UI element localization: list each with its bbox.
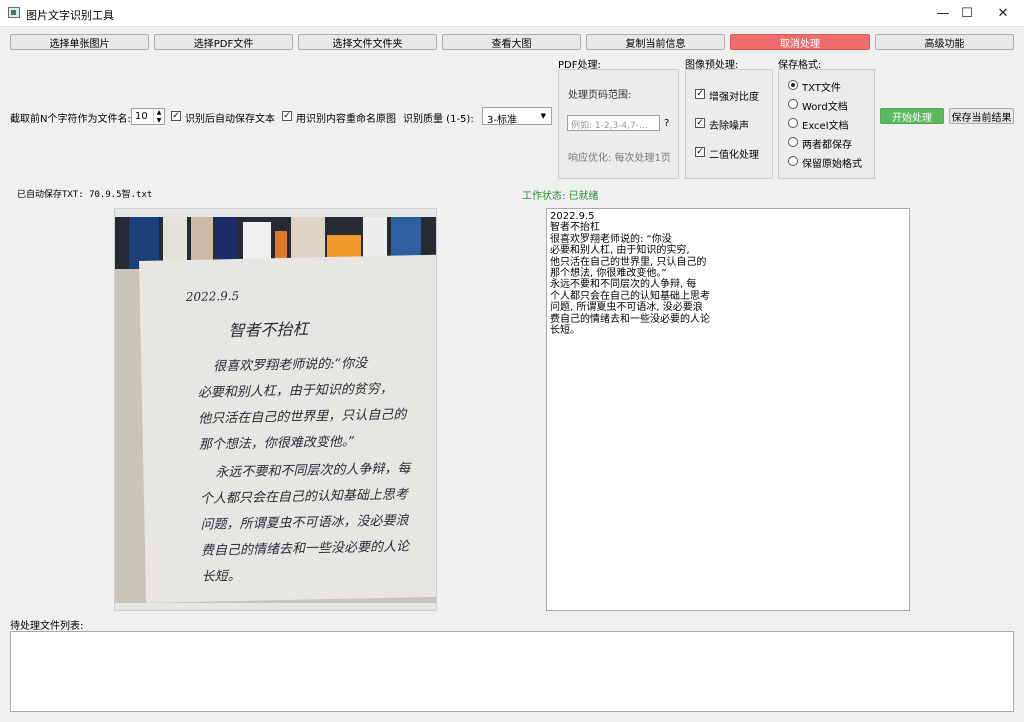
quality-label: 识别质量 (1-5): [403,114,474,125]
handwriting-line: 费自己的情绪去和一些没必要的人论 [200,539,410,559]
auto-save-checkbox[interactable]: ✓ [171,111,181,121]
handwriting-line: 很喜欢罗翔老师说的:“你没 [213,356,368,375]
page-range-placeholder: 例如: 1-2,3-4,7-… [571,121,648,131]
advanced-button[interactable]: 高级功能 [875,34,1014,50]
handwriting-line: 永远不要和不同层次的人争辩，每 [215,461,411,481]
rename-label: 用识别内容重命名原图 [296,114,396,125]
prefix-label: 截取前N个字符作为文件名: [10,114,131,125]
chevron-down-icon: ▼ [540,112,546,120]
handwriting-line: 问题，所谓夏虫不可语冰，没必要浪 [200,513,409,533]
result-text: 2022.9.5 智者不抬杠 很喜欢罗翔老师说的: “你没 必要和别人杠, 由于… [550,211,710,337]
help-icon[interactable]: ? [664,118,669,129]
prefix-value: 10 [135,111,148,122]
notebook-paper: 2022.9.5 智者不抬杠 很喜欢罗翔老师说的:“你没 必要和别人杠，由于知识… [139,254,436,603]
format-excel-radio[interactable] [788,118,798,128]
close-button[interactable]: ✕ [980,0,1024,26]
result-textarea[interactable]: 2022.9.5 智者不抬杠 很喜欢罗翔老师说的: “你没 必要和别人杠, 由于… [546,208,910,611]
format-word-radio[interactable] [788,99,798,109]
handwriting-line: 2022.9.5 [185,288,240,305]
handwriting-line: 长短。 [201,568,241,585]
format-original-radio[interactable] [788,156,798,166]
select-image-button[interactable]: 选择单张图片 [10,34,149,50]
queue-list[interactable] [10,631,1014,712]
format-txt-radio[interactable] [788,80,798,90]
app-icon [8,7,20,18]
quality-value: 3-标准 [487,115,517,126]
handwriting-line: 智者不抬杠 [228,319,309,341]
handwriting-line: 必要和别人杠，由于知识的贫穷， [197,381,393,401]
page-range-input[interactable]: 例如: 1-2,3-4,7-… [567,115,660,131]
photo-preview: 2022.9.5 智者不抬杠 很喜欢罗翔老师说的:“你没 必要和别人杠，由于知识… [115,217,436,603]
format-word-label: Word文档 [802,102,848,113]
contrast-label: 增强对比度 [709,92,759,103]
start-processing-button[interactable]: 开始处理 [880,108,944,124]
quality-select[interactable]: 3-标准 ▼ [482,107,552,126]
format-both-label: 两者都保存 [802,140,852,151]
format-txt-label: TXT文件 [802,83,841,94]
select-folder-button[interactable]: 选择文件文件夹 [298,34,437,50]
view-large-button[interactable]: 查看大图 [442,34,581,50]
auto-save-label: 识别后自动保存文本 [185,114,275,125]
save-result-button[interactable]: 保存当前结果 [949,108,1014,124]
binarize-label: 二值化处理 [709,150,759,161]
handwriting-line: 个人都只会在自己的认知基础上思考 [199,487,409,507]
denoise-checkbox[interactable]: ✓ [695,118,705,128]
handwriting-line: 他只活在自己的世界里，只认自己的 [198,407,407,427]
format-both-radio[interactable] [788,137,798,147]
page-range-label: 处理页码范围: [568,90,632,101]
work-state: 工作状态: 已就绪 [522,191,599,202]
queue-label: 待处理文件列表: [10,621,84,632]
spin-up-icon[interactable]: ▲ [153,109,164,116]
copy-info-button[interactable]: 复制当前信息 [586,34,725,50]
cancel-processing-button[interactable]: 取消处理 [730,34,870,50]
handwriting-line: 那个想法，你很难改变他。” [198,434,356,453]
autosave-status: 已自动保存TXT: 70.9.5智.txt [17,190,153,200]
prefix-spinbox[interactable]: 10 ▲ ▼ [131,108,165,125]
format-original-label: 保留原始格式 [802,159,862,170]
select-pdf-button[interactable]: 选择PDF文件 [154,34,293,50]
spin-down-icon[interactable]: ▼ [153,117,164,124]
format-excel-label: Excel文档 [802,121,849,132]
contrast-checkbox[interactable]: ✓ [695,89,705,99]
binarize-checkbox[interactable]: ✓ [695,147,705,157]
window-title: 图片文字识别工具 [26,9,114,22]
title-bar [0,0,1024,27]
denoise-label: 去除噪声 [709,121,749,132]
rename-checkbox[interactable]: ✓ [282,111,292,121]
optimize-label: 响应优化: 每次处理1页 [568,153,671,164]
